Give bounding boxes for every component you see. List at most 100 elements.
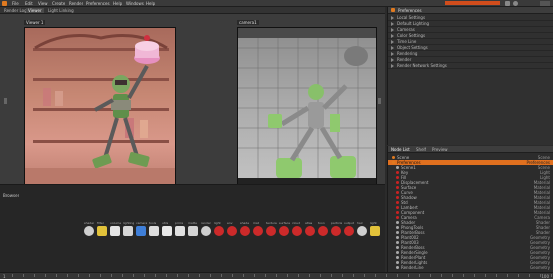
timeline-tick xyxy=(111,274,112,277)
node-type-icon xyxy=(396,181,399,184)
shelf-tool-icon[interactable] xyxy=(266,226,276,236)
timeline-tick xyxy=(386,274,387,277)
shelf-tool-icon[interactable] xyxy=(214,226,224,236)
shelf-tool-icon[interactable] xyxy=(175,226,185,236)
timeline-tick xyxy=(342,274,343,277)
node-type-icon xyxy=(396,206,399,209)
menu-preferences[interactable]: Preferences xyxy=(86,1,110,6)
shelf-tool-icon[interactable] xyxy=(136,226,146,236)
node-type-icon xyxy=(396,251,399,254)
right-pane-title: camera1 xyxy=(237,20,259,25)
shelf-tool-icon[interactable] xyxy=(305,226,315,236)
timeline-tick xyxy=(518,274,519,277)
shelf-tool-icon[interactable] xyxy=(344,226,354,236)
timeline-tick xyxy=(364,274,365,277)
left-pane-title: Viewer 1 xyxy=(24,20,46,25)
node-type-icon xyxy=(396,261,399,264)
timeline-tick xyxy=(507,274,508,277)
node-type-icon xyxy=(396,256,399,259)
node-list-row[interactable]: RenderLine Geometry xyxy=(388,265,553,270)
node-list-panel: Node List Shelf Preview Scene Scene Prefer… xyxy=(387,146,553,272)
timeline-tick xyxy=(452,274,453,277)
shelf-tool-icon[interactable] xyxy=(162,226,172,236)
tab-shelf[interactable]: Shelf xyxy=(416,147,426,152)
expand-arrow-icon[interactable] xyxy=(391,52,394,56)
render-progress-bar xyxy=(445,1,500,5)
shelf-tool-icon[interactable] xyxy=(240,226,250,236)
render-scene-illustration xyxy=(25,34,175,194)
shelf-tool-icon[interactable] xyxy=(97,226,107,236)
node-type-icon xyxy=(396,231,399,234)
shelf-tool-icon[interactable] xyxy=(331,226,341,236)
menu-edit[interactable]: Edit xyxy=(25,1,33,6)
menu-create[interactable]: Create xyxy=(52,1,65,6)
expand-arrow-icon[interactable] xyxy=(391,22,394,26)
app-logo-icon xyxy=(2,1,7,6)
timeline-tick xyxy=(265,274,266,277)
expand-arrow-icon[interactable] xyxy=(391,40,394,44)
shelf-tool-icon[interactable] xyxy=(84,226,94,236)
preferences-icon xyxy=(391,8,395,12)
timeline-tick xyxy=(474,274,475,277)
window-controls[interactable] xyxy=(540,1,550,6)
shelf-tool-icon[interactable] xyxy=(370,226,380,236)
expand-arrow-icon[interactable] xyxy=(391,28,394,32)
menu-help-2[interactable]: Help xyxy=(146,1,155,6)
expand-arrow-icon[interactable] xyxy=(391,58,394,62)
timeline-tick xyxy=(276,274,277,277)
shelf-tool-icon[interactable] xyxy=(123,226,133,236)
settings-icon[interactable] xyxy=(505,1,510,6)
menu-view[interactable]: View xyxy=(38,1,48,6)
timeline-tick xyxy=(298,274,299,277)
menu-render[interactable]: Render xyxy=(69,1,83,6)
timeline-tick xyxy=(56,274,57,277)
timeline-tick xyxy=(199,274,200,277)
menu-windows[interactable]: Windows xyxy=(126,1,144,6)
expand-arrow-icon[interactable] xyxy=(391,64,394,68)
tab-viewer[interactable]: Viewer xyxy=(26,8,44,13)
timeline-tick xyxy=(144,274,145,277)
expand-arrow-icon[interactable] xyxy=(391,16,394,20)
camera-viewport[interactable] xyxy=(237,27,377,189)
shelf-tool-icon[interactable] xyxy=(253,226,263,236)
expand-arrow-icon[interactable] xyxy=(391,46,394,50)
browser-title: Browser xyxy=(3,193,20,198)
timeline-tick xyxy=(210,274,211,277)
preferences-header: Preferences xyxy=(388,7,553,14)
node-type-icon xyxy=(392,161,395,164)
tab-render-log[interactable]: Render Log xyxy=(2,8,29,13)
timeline-tick xyxy=(155,274,156,277)
timeline-tick xyxy=(23,274,24,277)
shelf-tool-icon[interactable] xyxy=(201,226,211,236)
node-type-icon xyxy=(396,191,399,194)
tab-preview[interactable]: Preview xyxy=(432,147,448,152)
render-preview-image[interactable] xyxy=(24,27,176,195)
shelf-tool-icon[interactable] xyxy=(357,226,367,236)
shelf-tool-icon[interactable] xyxy=(279,226,289,236)
shelf-tool-icon[interactable] xyxy=(292,226,302,236)
tab-node-list[interactable]: Node List xyxy=(391,147,410,152)
pref-row[interactable]: Render Network Settings xyxy=(388,63,553,69)
menu-help[interactable]: Help xyxy=(113,1,122,6)
timeline-tick xyxy=(419,274,420,277)
timeline-tick xyxy=(221,274,222,277)
preferences-panel: Preferences Local Settings Default Light… xyxy=(387,7,553,145)
expand-arrow-icon[interactable] xyxy=(391,34,394,38)
node-type-icon xyxy=(396,246,399,249)
timeline-tick xyxy=(353,274,354,277)
timeline-tick xyxy=(89,274,90,277)
render-icon[interactable] xyxy=(513,1,518,6)
shelf-tool-icon[interactable] xyxy=(110,226,120,236)
tab-light-linking[interactable]: Light Linking xyxy=(46,8,76,13)
left-nav-arrow-icon[interactable] xyxy=(4,98,7,104)
shelf-tool-icon[interactable] xyxy=(318,226,328,236)
shelf-tool-icon[interactable] xyxy=(227,226,237,236)
timeline-tick xyxy=(485,274,486,277)
timeline[interactable]: 1 100 xyxy=(0,272,553,279)
shelf-tool-icon[interactable] xyxy=(188,226,198,236)
timeline-tick xyxy=(243,274,244,277)
timeline-tick xyxy=(177,274,178,277)
menu-file[interactable]: File xyxy=(12,1,19,6)
right-nav-arrow-icon[interactable] xyxy=(378,98,381,104)
shelf-tool-icon[interactable] xyxy=(149,226,159,236)
